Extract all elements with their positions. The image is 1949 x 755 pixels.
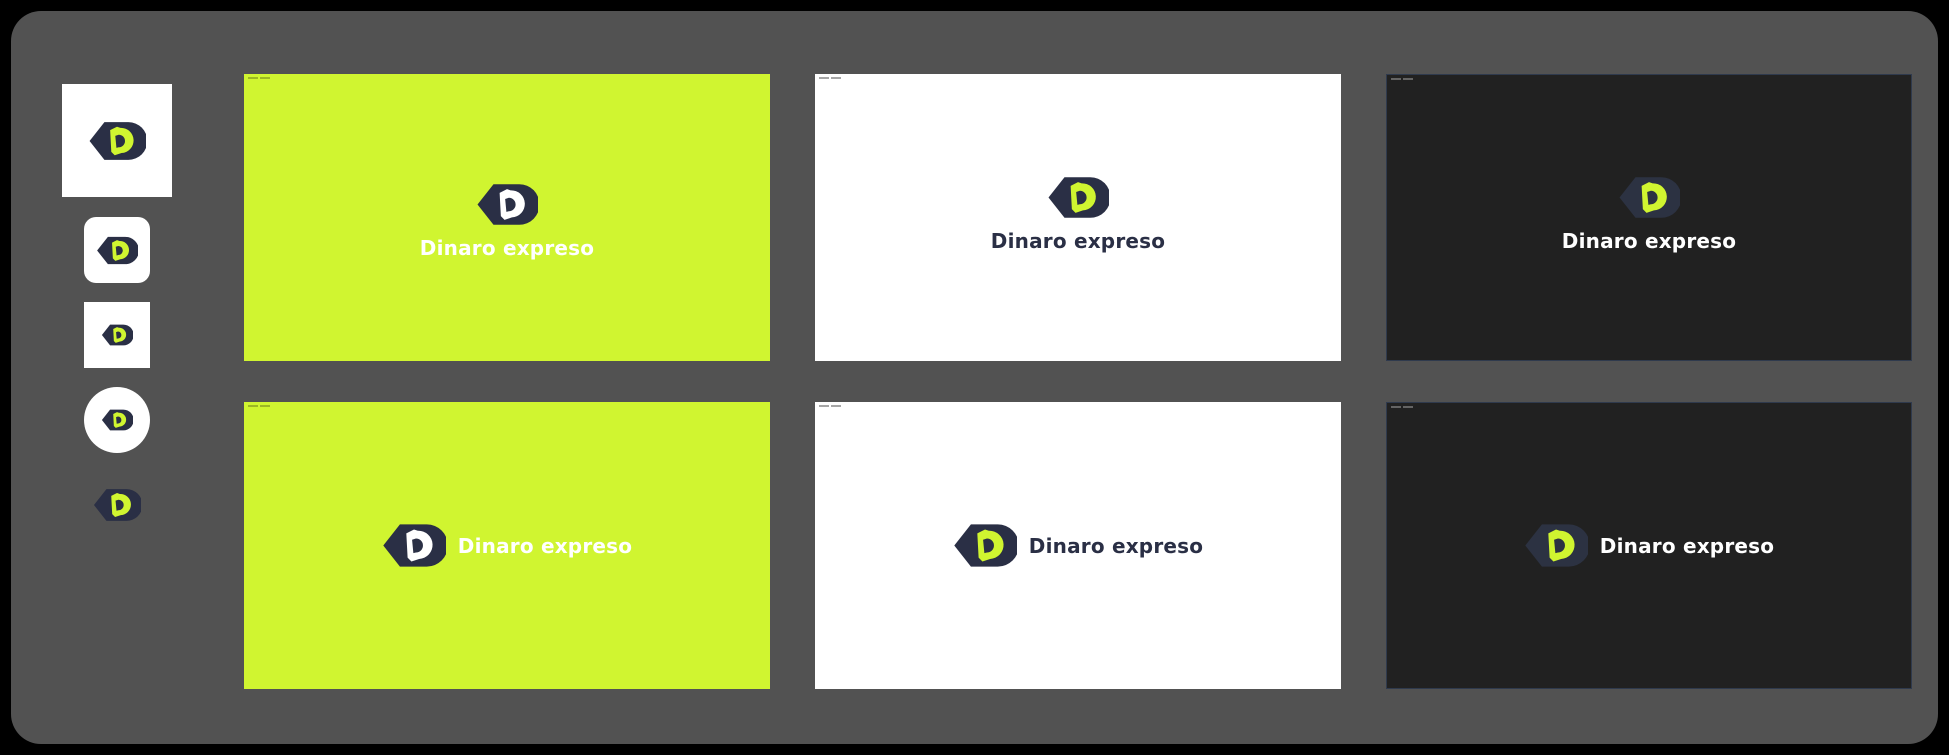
app-icon-square-small <box>84 302 150 368</box>
app-icon-square-large <box>62 84 172 197</box>
brand-wordmark: Dinaro expreso <box>1028 533 1204 558</box>
brand-board: Dinaro expreso Dinaro expreso Dinaro exp… <box>11 11 1938 744</box>
logo-card-lime-stacked: Dinaro expreso <box>244 74 770 361</box>
d-hexagon-mark-icon <box>476 183 538 226</box>
brand-wordmark: Dinaro expreso <box>990 229 1166 253</box>
app-icon-bare <box>84 472 150 538</box>
brand-wordmark: Dinaro expreso <box>1561 229 1737 253</box>
d-hexagon-mark-icon <box>1618 176 1680 219</box>
artboard-label <box>819 77 843 80</box>
brand-wordmark: Dinaro expreso <box>457 533 633 558</box>
d-hexagon-mark-icon <box>1047 176 1109 219</box>
d-hexagon-mark-icon <box>101 409 133 431</box>
artboard-label <box>819 405 843 408</box>
logo-card-dark-horizontal: Dinaro expreso <box>1386 402 1912 689</box>
artboard-label <box>248 77 272 80</box>
d-hexagon-mark-icon <box>96 236 138 265</box>
artboard-label <box>1391 406 1415 409</box>
app-icon-rounded <box>84 217 150 283</box>
artboard-label <box>1391 78 1415 81</box>
artboard-label <box>248 405 272 408</box>
d-hexagon-mark-icon <box>88 121 146 161</box>
logo-card-white-horizontal: Dinaro expreso <box>815 402 1341 689</box>
d-hexagon-mark-icon <box>101 324 133 346</box>
logo-card-white-stacked: Dinaro expreso <box>815 74 1341 361</box>
d-hexagon-mark-icon <box>382 523 446 568</box>
app-icon-circle <box>84 387 150 453</box>
logo-card-dark-stacked: Dinaro expreso <box>1386 74 1912 361</box>
brand-wordmark: Dinaro expreso <box>1599 533 1775 558</box>
d-hexagon-mark-icon <box>93 488 141 522</box>
brand-wordmark: Dinaro expreso <box>419 236 595 260</box>
logo-card-lime-horizontal: Dinaro expreso <box>244 402 770 689</box>
d-hexagon-mark-icon <box>1524 523 1588 568</box>
d-hexagon-mark-icon <box>953 523 1017 568</box>
